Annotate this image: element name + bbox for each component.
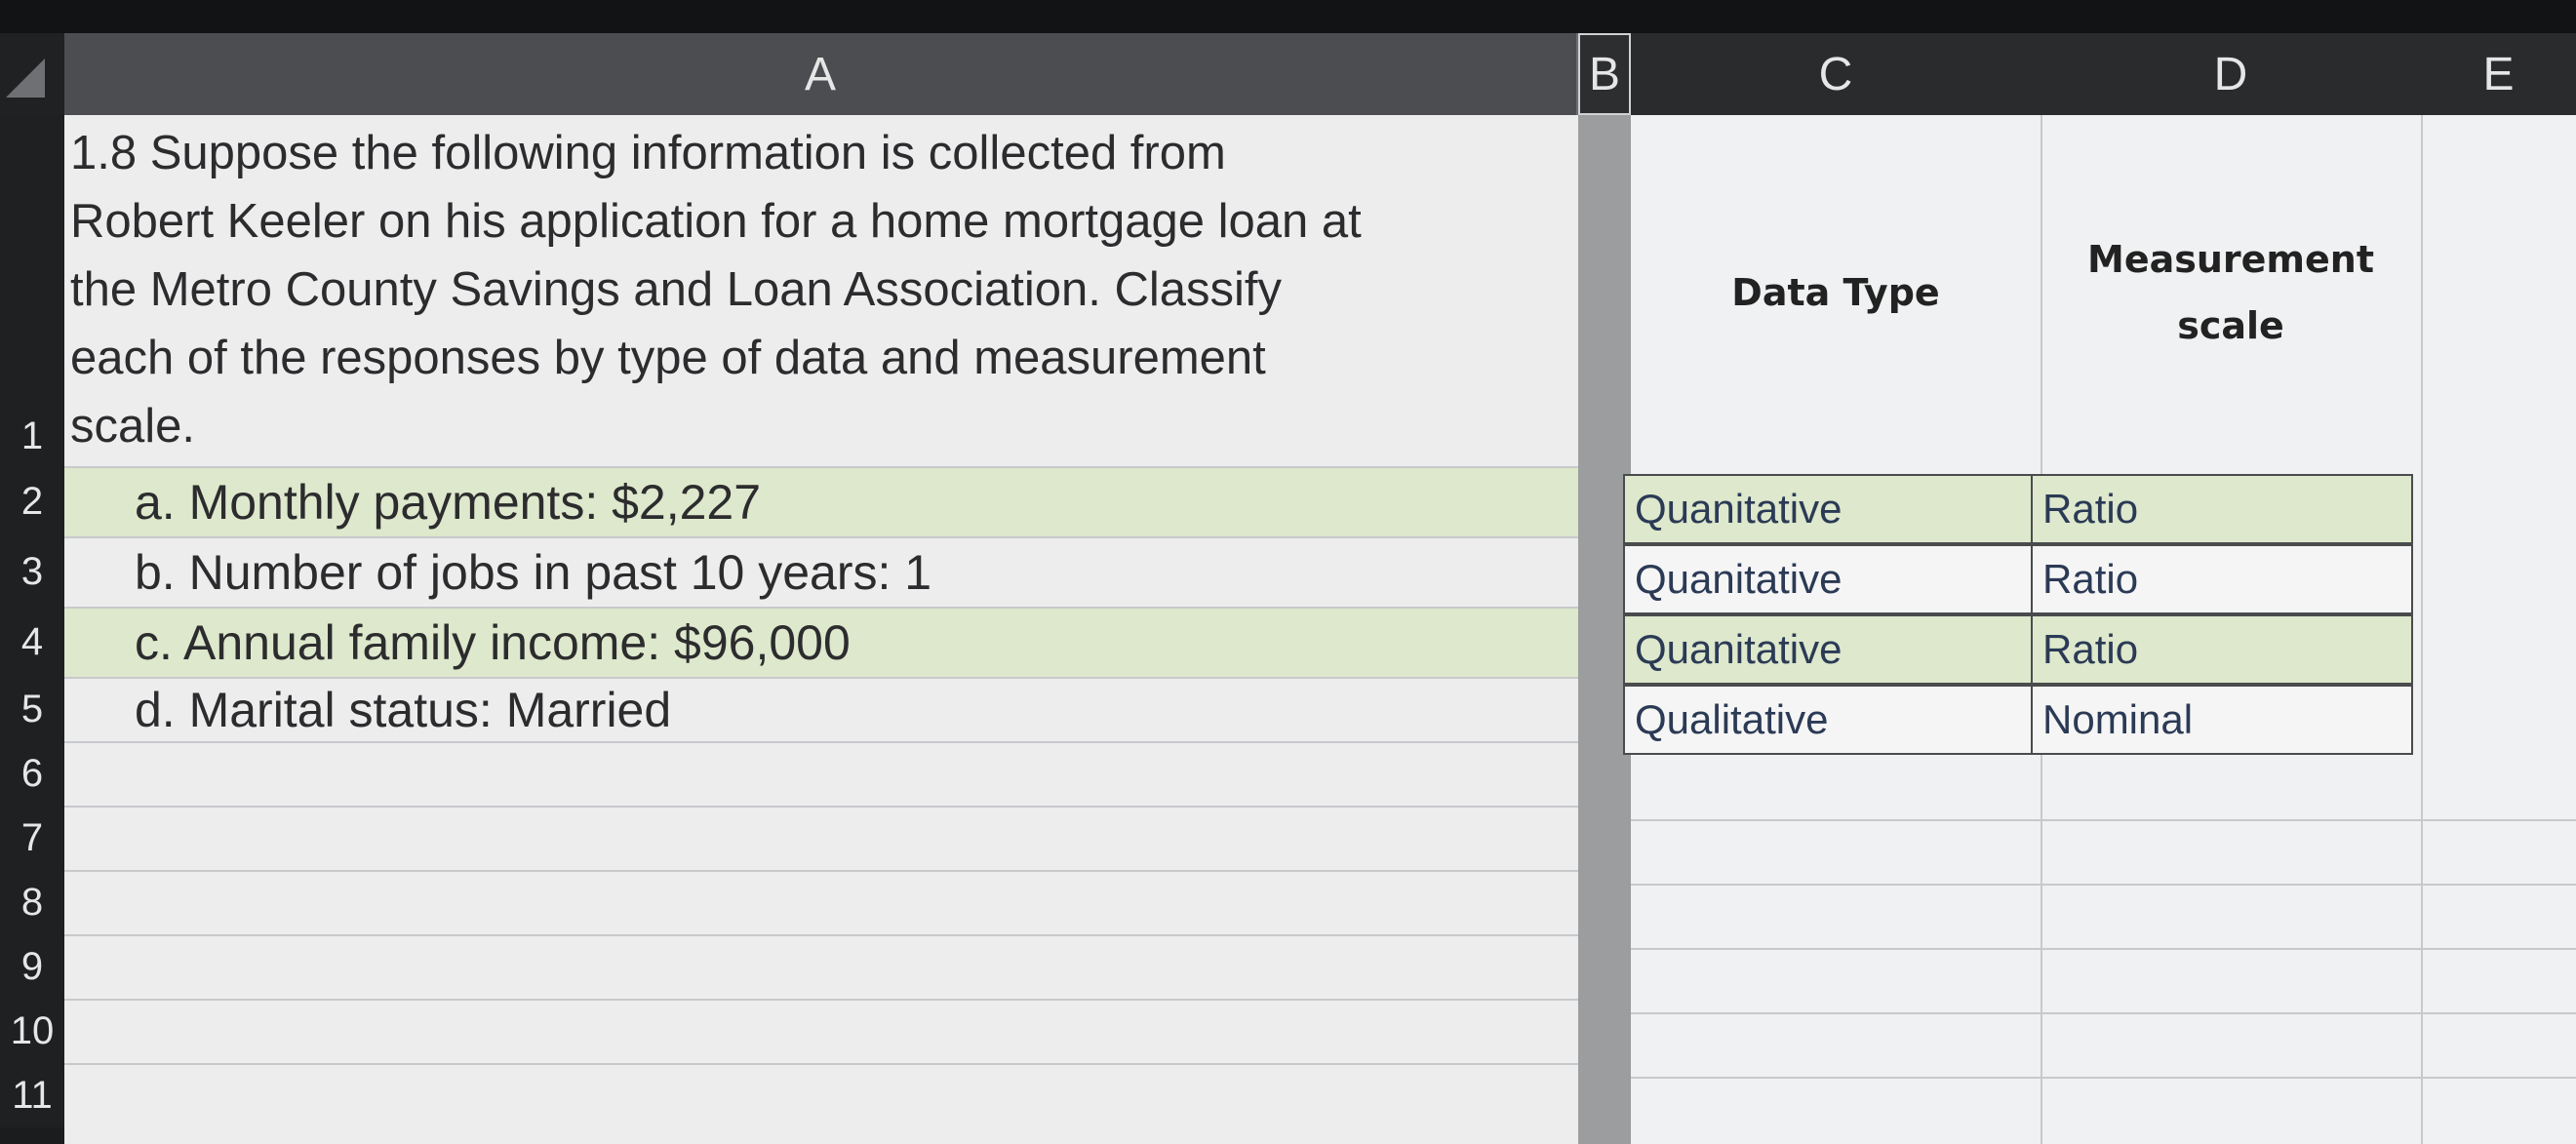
column-header-b[interactable]: B xyxy=(1578,33,1631,115)
cell-d1-header[interactable]: Measurement scale xyxy=(2042,117,2419,468)
cell-a1-question[interactable]: 1.8 Suppose the following information is… xyxy=(68,119,1570,460)
question-line: 1.8 Suppose the following information is… xyxy=(70,127,1226,179)
cell-d2[interactable]: Ratio xyxy=(2031,474,2413,544)
row-header-10[interactable]: 10 xyxy=(0,999,64,1063)
cell-d5[interactable]: Nominal xyxy=(2031,685,2413,755)
gridline xyxy=(1631,1012,2576,1014)
column-header-e[interactable]: E xyxy=(2421,33,2576,115)
spreadsheet: A B C D E 1 2 3 4 5 6 7 8 9 10 11 1.8 Su… xyxy=(0,0,2576,1144)
cell-a3[interactable]: b. Number of jobs in past 10 years: 1 xyxy=(64,538,1578,607)
data-type-header: Data Type xyxy=(1731,271,1940,314)
gridline xyxy=(1631,819,2576,821)
gridline xyxy=(64,870,1578,872)
cell-d4[interactable]: Ratio xyxy=(2031,614,2413,685)
gridline xyxy=(64,806,1578,808)
cell-c1-header[interactable]: Data Type xyxy=(1633,117,2039,468)
row-header-5[interactable]: 5 xyxy=(0,677,64,741)
row-header-6[interactable]: 6 xyxy=(0,741,64,806)
gridline xyxy=(64,1063,1578,1065)
question-line: the Metro County Savings and Loan Associ… xyxy=(70,263,1283,316)
cell-c4[interactable]: Quanitative xyxy=(1623,614,2033,685)
question-line: Robert Keeler on his application for a h… xyxy=(70,195,1362,248)
cell-c5[interactable]: Qualitative xyxy=(1623,685,2033,755)
select-all-triangle-icon[interactable] xyxy=(6,59,45,98)
column-header-d[interactable]: D xyxy=(2041,33,2421,115)
gridline xyxy=(64,741,1578,743)
gridline xyxy=(1631,1077,2576,1079)
row-header-9[interactable]: 9 xyxy=(0,934,64,999)
cell-d3[interactable]: Ratio xyxy=(2031,544,2413,614)
column-header-c[interactable]: C xyxy=(1631,33,2041,115)
measurement-header-line1: Measurement xyxy=(2087,238,2374,281)
cell-a2[interactable]: a. Monthly payments: $2,227 xyxy=(64,468,1578,536)
question-line: scale. xyxy=(70,400,196,453)
gridline xyxy=(1631,948,2576,950)
row-header-11[interactable]: 11 xyxy=(0,1063,64,1127)
row-header-7[interactable]: 7 xyxy=(0,806,64,870)
cell-c3[interactable]: Quanitative xyxy=(1623,544,2033,614)
row-header-3[interactable]: 3 xyxy=(0,536,64,607)
column-header-a[interactable]: A xyxy=(64,33,1578,115)
cell-c2[interactable]: Quanitative xyxy=(1623,474,2033,544)
gridline xyxy=(2421,115,2423,1144)
cell-a5[interactable]: d. Marital status: Married xyxy=(64,679,1578,741)
gridline xyxy=(1631,884,2576,886)
window-top-bar xyxy=(0,0,2576,33)
row-header-8[interactable]: 8 xyxy=(0,870,64,934)
gridline xyxy=(64,934,1578,936)
row-header-2[interactable]: 2 xyxy=(0,466,64,536)
cell-a4[interactable]: c. Annual family income: $96,000 xyxy=(64,609,1578,677)
question-line: each of the responses by type of data an… xyxy=(70,332,1266,384)
row-header-4[interactable]: 4 xyxy=(0,607,64,677)
row-header-1[interactable]: 1 xyxy=(0,115,64,466)
gridline xyxy=(64,999,1578,1001)
measurement-header-line2: scale xyxy=(2177,304,2284,347)
